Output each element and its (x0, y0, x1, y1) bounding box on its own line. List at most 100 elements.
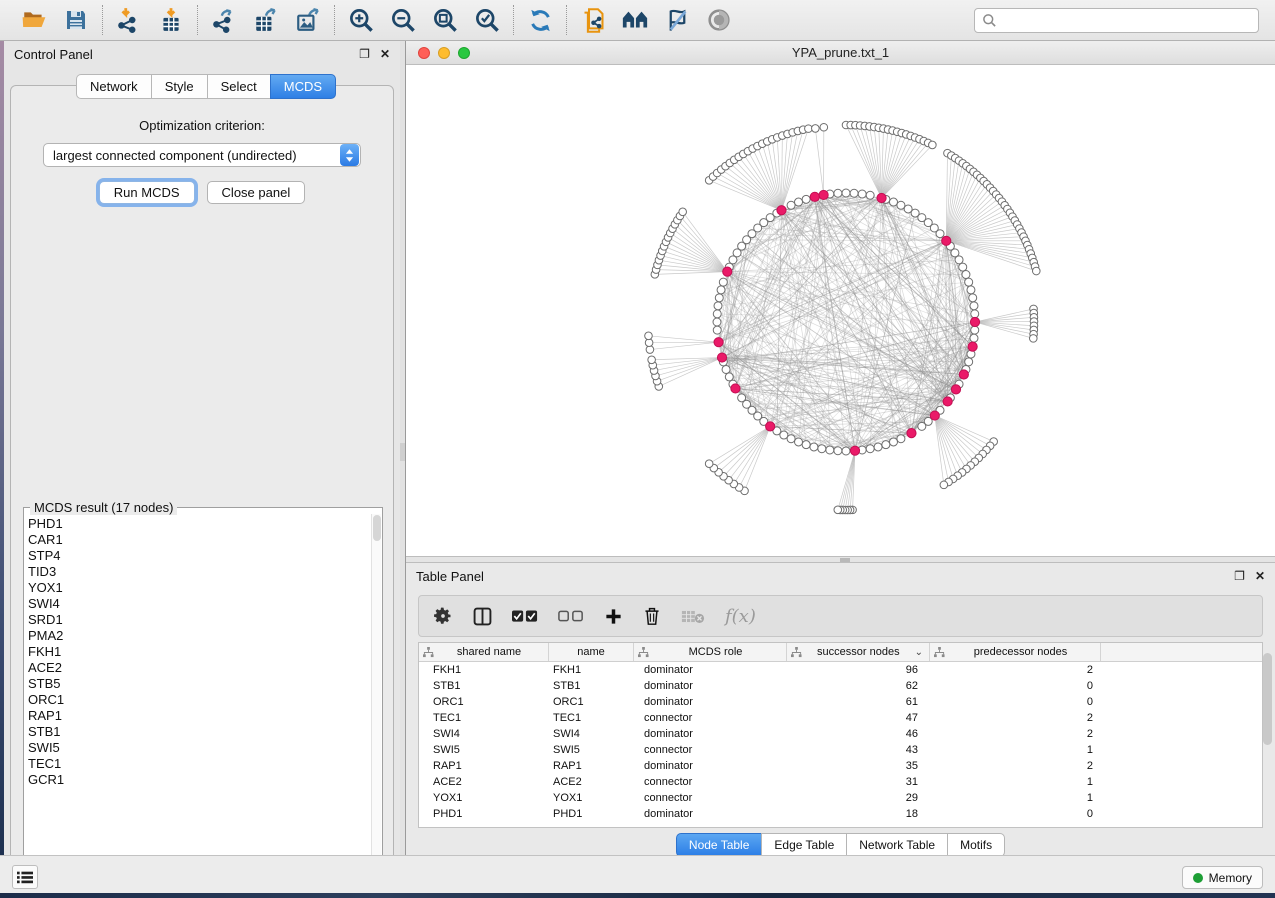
mcds-hub-node[interactable] (968, 342, 977, 351)
table-row[interactable]: SWI4SWI4dominator462 (419, 726, 1262, 742)
mcds-result-item[interactable]: CAR1 (28, 532, 370, 548)
mcds-result-item[interactable]: GCR1 (28, 772, 370, 788)
mcds-hub-node[interactable] (731, 384, 740, 393)
mcds-hub-node[interactable] (943, 397, 952, 406)
mcds-hub-node[interactable] (850, 446, 859, 455)
task-history-button[interactable] (12, 865, 38, 889)
mcds-scrollbar-thumb[interactable] (373, 515, 381, 541)
mcds-hub-node[interactable] (959, 370, 968, 379)
ring-node[interactable] (858, 190, 866, 198)
mcds-hub-node[interactable] (819, 190, 828, 199)
ring-node[interactable] (882, 441, 890, 449)
ring-node[interactable] (969, 294, 977, 302)
leaf-node[interactable] (812, 125, 820, 133)
ring-node[interactable] (713, 318, 721, 326)
gear-icon[interactable] (433, 606, 453, 626)
leaf-node[interactable] (648, 356, 656, 364)
ring-node[interactable] (850, 189, 858, 197)
table-row[interactable]: STB1STB1dominator620 (419, 678, 1262, 694)
clone-network-icon[interactable] (579, 6, 607, 34)
ring-node[interactable] (818, 445, 826, 453)
mcds-result-item[interactable]: TEC1 (28, 756, 370, 772)
ring-node[interactable] (866, 445, 874, 453)
mcds-result-item[interactable]: TID3 (28, 564, 370, 580)
mcds-hub-node[interactable] (723, 267, 732, 276)
first-neighbors-icon[interactable] (621, 6, 649, 34)
tab-network-table[interactable]: Network Table (846, 833, 947, 857)
vertical-splitter-handle[interactable] (400, 443, 405, 461)
tab-node-table[interactable]: Node Table (676, 833, 762, 857)
ring-node[interactable] (959, 263, 967, 271)
column-header-MCDS-role[interactable]: MCDS role (634, 643, 787, 661)
table-row[interactable]: ORC1ORC1dominator610 (419, 694, 1262, 710)
ring-node[interactable] (802, 195, 810, 203)
search-input[interactable] (997, 13, 1251, 27)
mcds-hub-node[interactable] (717, 353, 726, 362)
leaf-node[interactable] (1032, 267, 1040, 275)
add-column-icon[interactable] (604, 607, 623, 626)
leaf-node[interactable] (679, 208, 687, 216)
float-table-panel-icon[interactable]: ❐ (1234, 570, 1245, 582)
horizontal-splitter[interactable] (406, 556, 1275, 563)
delete-column-icon[interactable] (643, 606, 661, 626)
export-image-icon[interactable] (294, 6, 322, 34)
mcds-result-item[interactable]: STP4 (28, 548, 370, 564)
ring-node[interactable] (967, 286, 975, 294)
ring-node[interactable] (802, 441, 810, 449)
ring-node[interactable] (810, 443, 818, 451)
export-network-icon[interactable] (210, 6, 238, 34)
ring-node[interactable] (866, 191, 874, 199)
zoom-selected-icon[interactable] (473, 6, 501, 34)
mcds-hub-node[interactable] (970, 317, 979, 326)
column-header-name[interactable]: name (549, 643, 634, 661)
ring-node[interactable] (834, 189, 842, 197)
run-mcds-button[interactable]: Run MCDS (99, 181, 195, 204)
ring-node[interactable] (795, 438, 803, 446)
show-all-icon[interactable] (705, 6, 733, 34)
ring-node[interactable] (826, 446, 834, 454)
mcds-result-item[interactable]: FKH1 (28, 644, 370, 660)
mcds-result-item[interactable]: PHD1 (28, 516, 370, 532)
column-header-predecessor-nodes[interactable]: predecessor nodes (930, 643, 1101, 661)
table-row[interactable]: TEC1TEC1connector472 (419, 710, 1262, 726)
mcds-result-item[interactable]: STB5 (28, 676, 370, 692)
tab-edge-table[interactable]: Edge Table (761, 833, 846, 857)
ring-node[interactable] (889, 198, 897, 206)
float-panel-icon[interactable]: ❐ (359, 48, 370, 60)
criterion-dropdown[interactable]: largest connected component (undirected) (43, 143, 361, 167)
mcds-hub-node[interactable] (714, 338, 723, 347)
leaf-node[interactable] (705, 460, 713, 468)
mcds-result-item[interactable]: PMA2 (28, 628, 370, 644)
ring-node[interactable] (738, 394, 746, 402)
ring-node[interactable] (713, 326, 721, 334)
delete-table-icon[interactable] (681, 609, 705, 624)
ring-node[interactable] (787, 435, 795, 443)
mcds-result-item[interactable]: ACE2 (28, 660, 370, 676)
mcds-hub-node[interactable] (942, 236, 951, 245)
zoom-in-icon[interactable] (347, 6, 375, 34)
mcds-hub-node[interactable] (907, 429, 916, 438)
table-row[interactable]: PHD1PHD1dominator180 (419, 806, 1262, 822)
ring-node[interactable] (971, 310, 979, 318)
mcds-result-item[interactable]: RAP1 (28, 708, 370, 724)
ring-node[interactable] (725, 373, 733, 381)
close-panel-button[interactable]: Close panel (207, 181, 306, 204)
leaf-node[interactable] (929, 141, 937, 149)
ring-node[interactable] (842, 447, 850, 455)
function-builder-icon[interactable]: f(x) (725, 606, 756, 627)
ring-node[interactable] (717, 286, 725, 294)
ring-node[interactable] (918, 422, 926, 430)
mcds-scrollbar[interactable] (371, 514, 381, 878)
mcds-result-item[interactable]: YOX1 (28, 580, 370, 596)
table-scrollbar-thumb[interactable] (1263, 653, 1272, 745)
table-row[interactable]: ACE2ACE2connector311 (419, 774, 1262, 790)
horizontal-splitter-handle[interactable] (840, 558, 850, 562)
memory-button[interactable]: Memory (1182, 866, 1263, 889)
table-scrollbar[interactable] (1262, 647, 1273, 825)
ring-node[interactable] (715, 294, 723, 302)
ring-node[interactable] (889, 438, 897, 446)
zoom-out-icon[interactable] (389, 6, 417, 34)
ring-node[interactable] (962, 271, 970, 279)
leaf-node[interactable] (940, 481, 948, 489)
refresh-icon[interactable] (526, 6, 554, 34)
